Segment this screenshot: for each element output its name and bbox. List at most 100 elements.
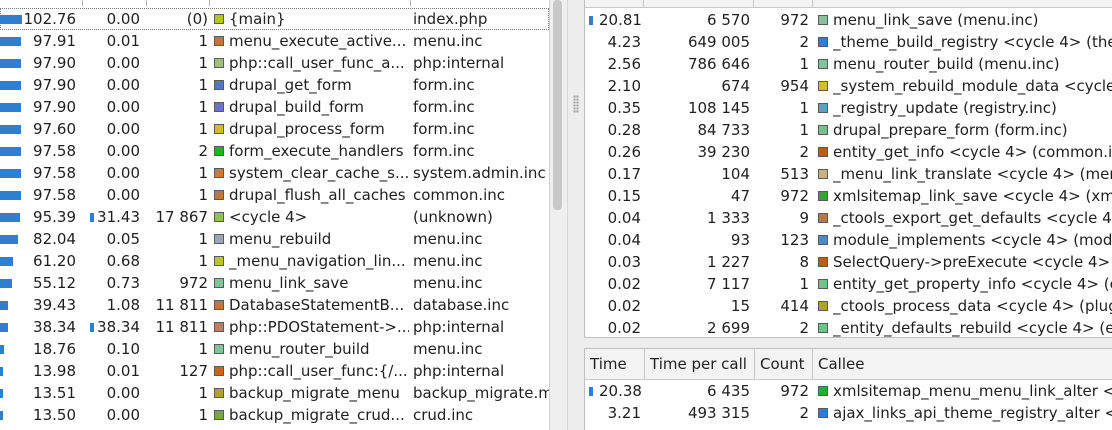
table-row[interactable]: 82.04 0.05 1 menu_rebuild menu.inc (0, 228, 549, 250)
table-row[interactable]: 20.38 6 435 972 xmlsitemap_menu_menu_link_a… (585, 380, 1112, 402)
table-row[interactable]: 97.58 0.00 2 form_execute_handlers form.inc (0, 140, 549, 162)
function-name: <cycle 4> (229, 208, 308, 226)
column-header-callee[interactable]: Callee (813, 349, 1112, 379)
table-row[interactable]: 13.51 0.00 1 backup_migrate_menu backup_migr… (0, 382, 549, 404)
table-row[interactable]: 20.81 6 570 972 menu_link_save (menu.inc) (585, 9, 1112, 31)
table-row[interactable]: 97.90 0.00 1 drupal_get_form form.inc (0, 74, 549, 96)
table-row[interactable]: 97.91 0.01 1 menu_execute_active... menu.inc (0, 30, 549, 52)
inclusive-bar (0, 389, 3, 398)
table-row[interactable]: 0.28 84 733 1 drupal_prepare_form (form.inc… (585, 119, 1112, 141)
function-color-icon (214, 146, 224, 156)
detail-panes: 20.81 6 570 972 menu_link_save (menu.inc) 4.… (584, 0, 1112, 430)
call-count: 972 (780, 382, 809, 400)
table-row[interactable]: 3.21 493 315 2 ajax_links_api_theme_registr… (585, 402, 1112, 424)
table-row[interactable]: 0.02 15 414 _ctools_process_data <cycle 4> … (585, 295, 1112, 317)
callers-pane[interactable]: 20.81 6 570 972 menu_link_save (menu.inc) 4.… (584, 0, 1112, 338)
time-cost: 0.17 (589, 163, 641, 185)
time-value: 0.02 (607, 297, 641, 315)
function-location: index.php (413, 10, 488, 28)
self-cost: 0.00 (84, 118, 140, 140)
called-count: 972 (179, 274, 208, 292)
function-name: menu_link_save (229, 274, 349, 292)
time-per-call: 2 699 (707, 319, 750, 337)
time-cost: 0.02 (589, 295, 641, 317)
table-row[interactable]: 13.50 0.00 1 backup_migrate_crud... crud.inc (0, 404, 549, 426)
function-color-icon (214, 124, 224, 134)
column-header-time[interactable]: Time (585, 349, 645, 379)
function-color-icon (818, 323, 828, 333)
function-location: php:internal (413, 362, 505, 380)
self-cost: 0.01 (84, 360, 140, 382)
time-value: 4.23 (607, 33, 641, 51)
table-row[interactable]: 4.23 649 005 2 _theme_build_registry <cycle… (585, 31, 1112, 53)
table-row[interactable]: 55.12 0.73 972 menu_link_save menu.inc (0, 272, 549, 294)
callees-pane[interactable]: Time Time per call Count Callee 20.38 6 4… (584, 348, 1112, 430)
vertical-splitter[interactable] (567, 0, 584, 430)
called-count: 1 (198, 230, 208, 248)
list-vertical-scrollbar[interactable] (549, 0, 567, 430)
column-header-time-per-call[interactable]: Time per call (645, 349, 755, 379)
inclusive-bar (0, 301, 8, 310)
time-value: 2.10 (607, 77, 641, 95)
table-row[interactable]: 0.26 39 230 2 entity_get_info <cycle 4> (co… (585, 141, 1112, 163)
called-count: 1 (198, 120, 208, 138)
called-count: 1 (198, 76, 208, 94)
table-row[interactable]: 39.43 1.08 11 811 DatabaseStatementB... data… (0, 294, 549, 316)
table-row[interactable]: 102.76 0.00 (0) {main} index.php (0, 8, 549, 30)
table-row[interactable]: 0.04 1 333 9 _ctools_export_get_defaults <c… (585, 207, 1112, 229)
table-row[interactable]: 2.56 786 646 1 menu_router_build (menu.inc) (585, 53, 1112, 75)
function-location: menu.inc (413, 32, 483, 50)
table-row[interactable]: 0.02 7 117 1 entity_get_property_info <cycl… (585, 273, 1112, 295)
table-row[interactable]: 95.39 31.43 17 867 <cycle 4> (unknown) (0, 206, 549, 228)
self-cost: 0.00 (84, 52, 140, 74)
function-name: drupal_prepare_form (form.inc) (833, 121, 1068, 139)
self-cost-value: 0.73 (106, 274, 140, 292)
table-row[interactable]: 97.58 0.00 1 drupal_flush_all_caches common.… (0, 184, 549, 206)
function-name: drupal_get_form (229, 76, 352, 94)
function-name: xmlsitemap_menu_menu_link_alter <cycle 4… (833, 382, 1112, 400)
function-location: backup_migrate.m (413, 384, 549, 402)
table-row[interactable]: 0.02 2 699 2 _entity_defaults_rebuild <cycl… (585, 317, 1112, 337)
self-cost: 0.00 (84, 184, 140, 206)
table-row[interactable]: 0.03 1 227 8 SelectQuery->preExecute <cycle… (585, 251, 1112, 273)
scrollbar-thumb[interactable] (553, 0, 562, 210)
function-name: backup_migrate_crud... (229, 406, 405, 424)
horizontal-splitter[interactable] (584, 338, 1112, 348)
inclusive-bar (0, 235, 18, 244)
column-header-count[interactable]: Count (755, 349, 813, 379)
flat-profile-list[interactable]: 102.76 0.00 (0) {main} index.php 97.91 0.01 1 me… (0, 0, 549, 430)
called-count: (0) (186, 10, 208, 28)
table-row[interactable]: 2.10 674 954 _system_rebuild_module_data <c… (585, 75, 1112, 97)
table-row[interactable]: 0.17 104 513 _menu_link_translate <cycle 4>… (585, 163, 1112, 185)
called-count: 17 867 (155, 208, 209, 226)
table-row[interactable]: 97.90 0.00 1 drupal_build_form form.inc (0, 96, 549, 118)
table-row[interactable]: 97.58 0.00 1 system_clear_cache_s... system.… (0, 162, 549, 184)
table-row[interactable]: 0.04 93 123 module_implements <cycle 4> (mo… (585, 229, 1112, 251)
time-per-call: 1 227 (707, 253, 750, 271)
inclusive-bar (0, 169, 21, 178)
function-color-icon (214, 322, 224, 332)
table-row[interactable]: 97.90 0.00 1 php::call_user_func_a... php:in… (0, 52, 549, 74)
self-cost: 0.00 (84, 382, 140, 404)
table-row[interactable]: 38.34 38.34 11 811 php::PDOStatement->... ph… (0, 316, 549, 338)
call-count: 1 (799, 275, 809, 293)
called-count: 1 (198, 32, 208, 50)
time-value: 0.35 (607, 99, 641, 117)
self-cost-value: 0.00 (106, 120, 140, 138)
table-row[interactable]: 97.60 0.00 1 drupal_process_form form.inc (0, 118, 549, 140)
time-cost: 0.02 (589, 273, 641, 295)
table-row[interactable]: 0.15 47 972 xmlsitemap_link_save <cycle 4> … (585, 185, 1112, 207)
table-row[interactable]: 61.20 0.68 1 _menu_navigation_lin... menu.in… (0, 250, 549, 272)
self-cost: 0.10 (84, 338, 140, 360)
table-row[interactable]: 0.35 108 145 1 _registry_update (registry.i… (585, 97, 1112, 119)
function-name: php::PDOStatement->... (229, 318, 409, 336)
inclusive-cost: 97.58 (33, 186, 76, 204)
table-row[interactable]: 18.76 0.10 1 menu_router_build menu.inc (0, 338, 549, 360)
self-cost: 1.08 (84, 294, 140, 316)
self-cost-value: 0.00 (106, 186, 140, 204)
call-count: 972 (780, 11, 809, 29)
time-bar (589, 387, 593, 396)
function-location: form.inc (413, 142, 475, 160)
table-row[interactable]: 13.98 0.01 127 php::call_user_func:{/... php… (0, 360, 549, 382)
self-cost-value: 0.00 (106, 54, 140, 72)
